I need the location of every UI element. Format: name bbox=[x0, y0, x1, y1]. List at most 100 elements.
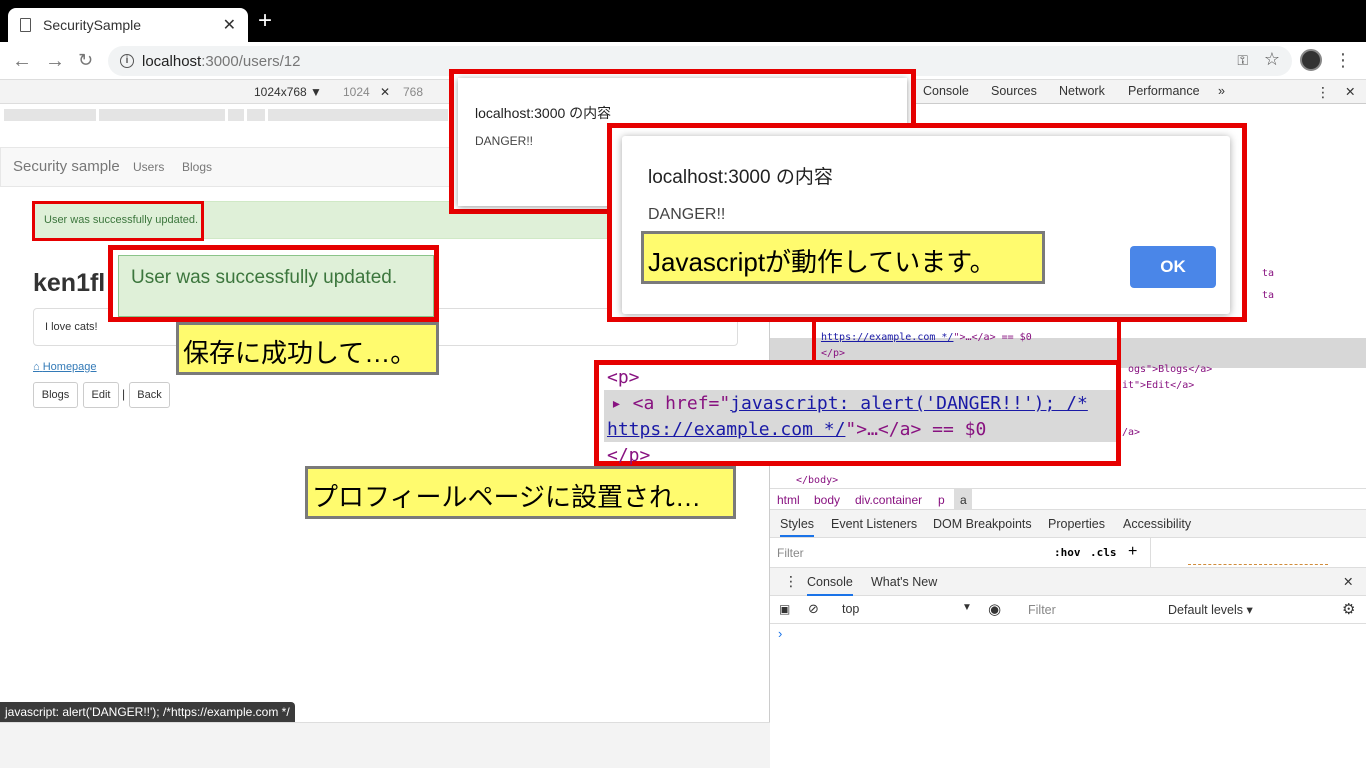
clear-console-icon[interactable]: ⊘ bbox=[808, 601, 819, 617]
tab-performance[interactable]: Performance bbox=[1128, 84, 1200, 98]
alert-dialog-body: localhost:3000 の内容 DANGER!! OK bbox=[622, 136, 1230, 314]
context-select[interactable]: top bbox=[842, 602, 859, 616]
nav-users[interactable]: Users bbox=[133, 160, 164, 174]
crumb-p[interactable]: p bbox=[938, 493, 945, 507]
page-title: ken1fl bbox=[33, 269, 106, 297]
alert-message: DANGER!! bbox=[475, 134, 534, 148]
sidebar-toggle-icon[interactable]: ▣ bbox=[779, 602, 790, 616]
chevron-down-icon[interactable]: ▼ bbox=[962, 602, 972, 613]
styles-pane-tabs: Styles Event Listeners DOM Breakpoints P… bbox=[770, 510, 1366, 538]
media-query-segment[interactable] bbox=[99, 109, 225, 121]
zoom-code-link: https://example.com */ bbox=[607, 419, 846, 440]
add-rule-icon[interactable]: + bbox=[1128, 543, 1137, 561]
callout-text: 保存に成功して…。 bbox=[183, 338, 417, 368]
breadcrumb: html body div.container p a bbox=[770, 488, 1366, 510]
console-filter-input[interactable]: Filter bbox=[1028, 603, 1056, 617]
tab-properties[interactable]: Properties bbox=[1048, 517, 1105, 531]
hov-toggle[interactable]: :hov bbox=[1054, 546, 1081, 559]
styles-filter-input[interactable]: Filter bbox=[777, 546, 804, 560]
zoomed-flash-text: User was successfully updated. bbox=[131, 267, 398, 288]
eye-icon[interactable]: ◉ bbox=[988, 600, 1001, 618]
device-height[interactable]: 768 bbox=[403, 85, 423, 99]
forward-icon[interactable]: → bbox=[45, 50, 65, 73]
gear-icon[interactable]: ⚙ bbox=[1342, 600, 1355, 618]
close-devtools-icon[interactable]: ✕ bbox=[1345, 84, 1355, 99]
tab-network[interactable]: Network bbox=[1059, 84, 1105, 98]
close-tab-icon[interactable]: ✕ bbox=[223, 15, 236, 35]
zoomed-code-frame: <p> ▸ <a href="javascript: alert('DANGER… bbox=[594, 360, 1121, 466]
drawer-tab-console[interactable]: Console bbox=[807, 575, 853, 596]
edit-button[interactable]: Edit bbox=[83, 382, 119, 408]
crumb-html[interactable]: html bbox=[777, 493, 800, 507]
code-fragment: </body> bbox=[796, 475, 839, 486]
close-drawer-icon[interactable]: ✕ bbox=[1343, 574, 1353, 589]
new-tab-icon[interactable]: + bbox=[258, 9, 272, 33]
reload-icon[interactable]: ↻ bbox=[78, 50, 93, 71]
homepage-label: Homepage bbox=[42, 361, 97, 373]
log-levels-select[interactable]: Default levels ▾ bbox=[1168, 602, 1253, 617]
tab-styles[interactable]: Styles bbox=[780, 517, 815, 537]
profile-avatar[interactable] bbox=[1300, 49, 1322, 71]
tab-console[interactable]: Console bbox=[923, 84, 969, 98]
alert-title: localhost:3000 の内容 bbox=[648, 167, 833, 188]
zoom-code-fragment: </p> bbox=[607, 445, 651, 466]
code-fragment: it">Edit</a> bbox=[1122, 380, 1195, 391]
blogs-button[interactable]: Blogs bbox=[33, 382, 78, 408]
dimension-x-icon: ✕ bbox=[380, 85, 391, 99]
media-query-segment[interactable] bbox=[228, 109, 244, 121]
zoom-code-line: https://example.com */">…</a> == $0 bbox=[607, 419, 986, 440]
code-fragment: /a> bbox=[1122, 427, 1141, 438]
connector-frame bbox=[812, 322, 1121, 364]
crumb-a[interactable]: a bbox=[960, 493, 967, 507]
console-toolbar: ▣ ⊘ top ▼ ◉ Filter Default levels ▾ ⚙ bbox=[770, 596, 1366, 624]
crumb-body[interactable]: body bbox=[814, 493, 840, 507]
zoom-code-line: ▸ <a href="javascript: alert('DANGER!!')… bbox=[611, 393, 1088, 414]
code-fragment: ogs">Blogs</a> bbox=[1128, 364, 1213, 375]
nav-blogs[interactable]: Blogs bbox=[182, 160, 212, 174]
tab-event-listeners[interactable]: Event Listeners bbox=[831, 517, 917, 531]
tab-dom-breakpoints[interactable]: DOM Breakpoints bbox=[933, 517, 1032, 531]
zoom-code-fragment: ">…</a> == $0 bbox=[845, 419, 987, 440]
code-fragment: ta bbox=[1262, 268, 1275, 279]
ok-button[interactable]: OK bbox=[1130, 246, 1216, 288]
device-width[interactable]: 1024 bbox=[343, 85, 370, 99]
media-query-segment[interactable] bbox=[247, 109, 265, 121]
alert-message: DANGER!! bbox=[648, 206, 726, 223]
callout-text: プロフィールページに設置され… bbox=[312, 482, 701, 512]
homepage-link[interactable]: ⌂ Homepage bbox=[33, 361, 97, 373]
star-icon[interactable]: ☆ bbox=[1264, 49, 1280, 70]
back-icon[interactable]: ← bbox=[12, 50, 32, 73]
drawer-tab-whats-new[interactable]: What's New bbox=[871, 575, 937, 589]
info-icon[interactable]: i bbox=[120, 54, 134, 68]
zoom-code-fragment: ▸ <a href=" bbox=[611, 393, 731, 414]
menu-icon[interactable]: ⋮ bbox=[1334, 50, 1352, 71]
media-query-segment[interactable] bbox=[4, 109, 96, 121]
site-brand[interactable]: Security sample bbox=[13, 158, 120, 175]
callout-js-running: Javascriptが動作しています。 bbox=[641, 231, 1045, 284]
more-tabs-icon[interactable]: » bbox=[1218, 84, 1225, 98]
device-preset[interactable]: 1024x768 ▼ bbox=[254, 85, 322, 99]
home-icon: ⌂ bbox=[33, 361, 40, 373]
alert-title: localhost:3000 の内容 bbox=[475, 105, 612, 121]
back-button[interactable]: Back bbox=[129, 382, 170, 408]
url-path: :3000/users/12 bbox=[201, 52, 301, 70]
code-fragment: ta bbox=[1262, 290, 1275, 301]
key-icon[interactable]: ⚿ bbox=[1237, 52, 1248, 69]
tab-sources[interactable]: Sources bbox=[991, 84, 1037, 98]
drawer-menu-icon[interactable]: ⋮ bbox=[784, 573, 798, 590]
tab-accessibility[interactable]: Accessibility bbox=[1123, 517, 1191, 531]
zoom-code-fragment: <p> bbox=[607, 367, 640, 388]
zoomed-flash-frame: User was successfully updated. bbox=[108, 245, 439, 322]
tab-title: SecuritySample bbox=[43, 17, 142, 33]
link-status-bubble: javascript: alert('DANGER!!'); /*https:/… bbox=[0, 702, 295, 722]
button-separator: | bbox=[122, 387, 126, 401]
devtools-menu-icon[interactable]: ⋮ bbox=[1316, 84, 1330, 101]
bio-text: I love cats! bbox=[45, 321, 98, 333]
browser-tab[interactable]: SecuritySample ✕ bbox=[8, 8, 248, 42]
console-prompt-icon[interactable]: › bbox=[778, 626, 782, 641]
cls-toggle[interactable]: .cls bbox=[1090, 546, 1117, 559]
document-icon bbox=[20, 18, 31, 32]
crumb-div[interactable]: div.container bbox=[855, 493, 922, 507]
media-query-segment[interactable] bbox=[268, 109, 448, 121]
viewport-footer bbox=[0, 722, 770, 768]
